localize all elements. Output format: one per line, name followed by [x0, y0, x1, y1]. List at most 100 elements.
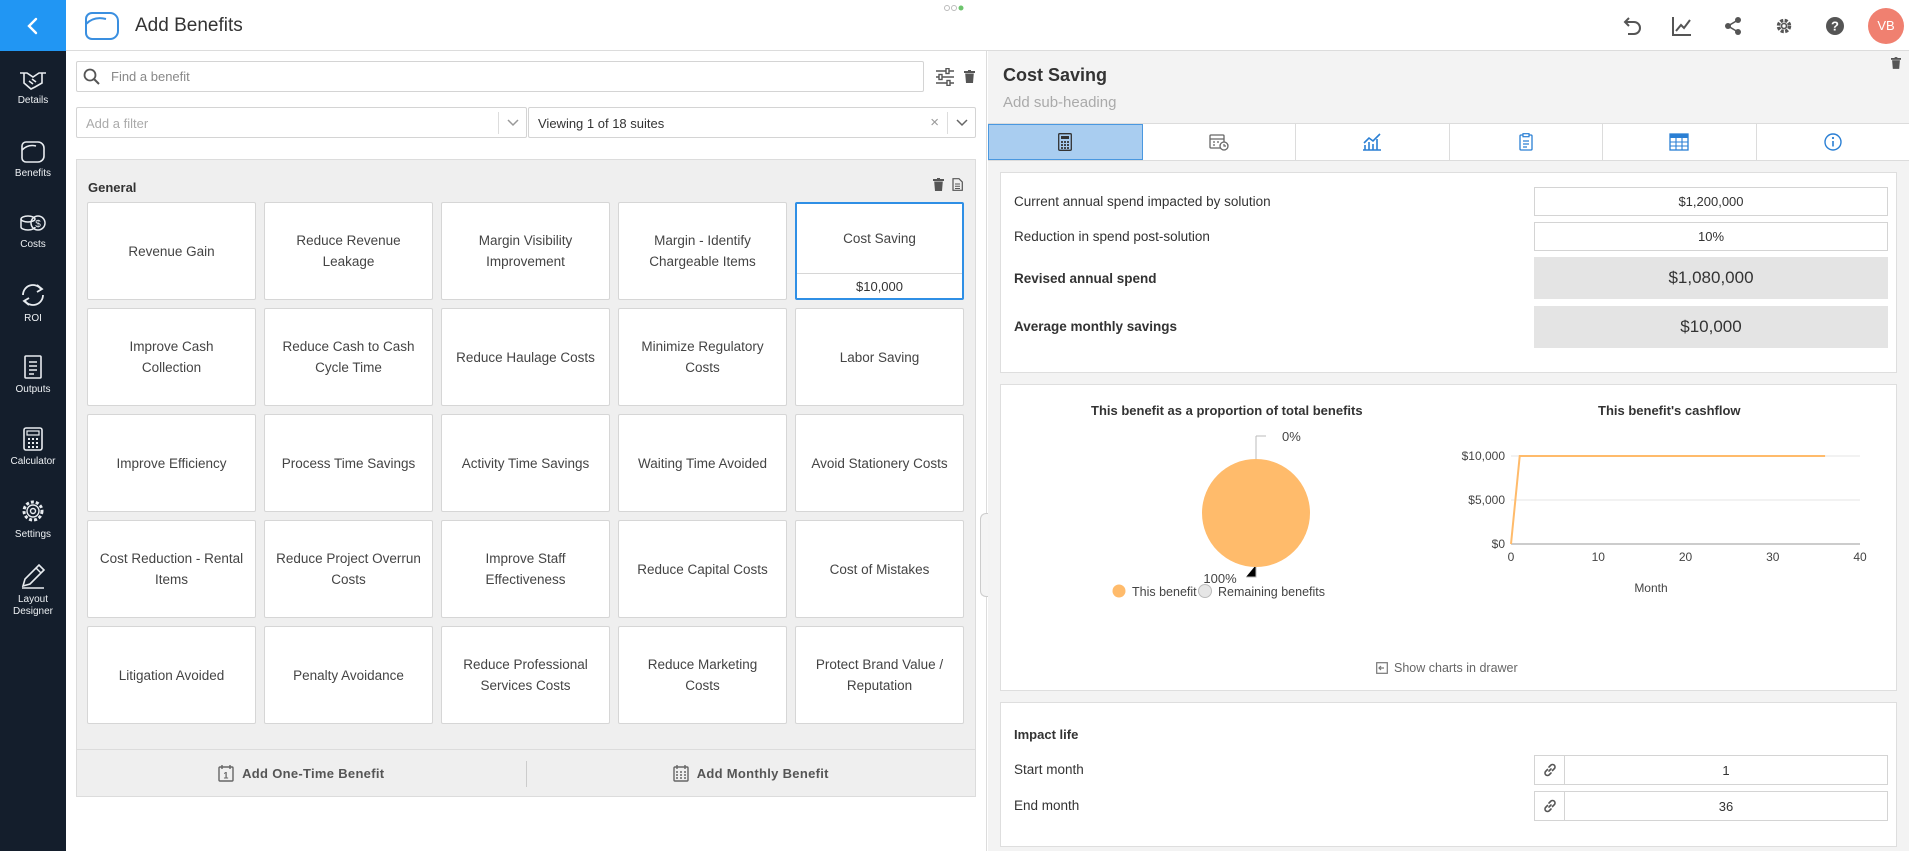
clear-icon[interactable]: ×: [930, 114, 939, 131]
tab-schedule[interactable]: [1143, 124, 1296, 160]
benefit-card[interactable]: Cost Saving $10,000: [795, 202, 964, 300]
benefit-card[interactable]: Process Time Savings: [264, 414, 433, 512]
benefit-card[interactable]: Penalty Avoidance: [264, 626, 433, 724]
impact-life-title: Impact life: [1014, 727, 1079, 742]
tab-chart[interactable]: [1296, 124, 1450, 160]
benefit-card[interactable]: Waiting Time Avoided: [618, 414, 787, 512]
benefit-card[interactable]: Reduce Haulage Costs: [441, 308, 610, 406]
benefit-card[interactable]: Activity Time Savings: [441, 414, 610, 512]
benefit-card[interactable]: Cost Reduction - Rental Items: [87, 520, 256, 618]
sidebar-item-benefits[interactable]: Benefits: [0, 140, 66, 180]
benefit-card[interactable]: Reduce Marketing Costs: [618, 626, 787, 724]
benefit-card[interactable]: Cost of Mistakes: [795, 520, 964, 618]
start-month-link-button[interactable]: [1535, 756, 1565, 784]
legend-swatch-remaining: [1198, 584, 1212, 598]
tab-info[interactable]: [1757, 124, 1909, 160]
benefit-library-panel: Viewing 1 of 18 suites × General Revenue…: [66, 51, 987, 851]
sidebar-item-calculator[interactable]: Calculator: [0, 426, 66, 468]
search-input[interactable]: [111, 64, 911, 89]
benefit-card-name: Cost of Mistakes: [829, 561, 930, 577]
tab-table[interactable]: [1603, 124, 1757, 160]
x-tick-label: 40: [1853, 550, 1867, 564]
benefit-card[interactable]: Protect Brand Value / Reputation: [795, 626, 964, 724]
benefit-card[interactable]: Improve Staff Effectiveness: [441, 520, 610, 618]
sidebar-item-settings[interactable]: Settings: [0, 497, 66, 541]
benefit-card-name: Avoid Stationery Costs: [811, 455, 948, 471]
current-spend-input[interactable]: [1534, 187, 1888, 216]
benefit-card[interactable]: Margin - Identify Chargeable Items: [618, 202, 787, 300]
start-month-input[interactable]: [1566, 758, 1886, 782]
reduction-input[interactable]: [1534, 222, 1888, 251]
benefit-card[interactable]: Labor Saving: [795, 308, 964, 406]
document-icon[interactable]: [952, 178, 963, 191]
back-button[interactable]: [0, 0, 66, 51]
sidebar-item-layout-designer[interactable]: Layout Designer: [0, 562, 66, 618]
help-button[interactable]: ?: [1809, 0, 1860, 51]
x-tick-label: 0: [1508, 550, 1515, 564]
benefit-card[interactable]: Revenue Gain: [87, 202, 256, 300]
roi-cycle-icon: [22, 284, 44, 306]
link-icon: [1543, 763, 1556, 777]
user-avatar[interactable]: VB: [1868, 7, 1904, 44]
benefit-card[interactable]: Improve Cash Collection: [87, 308, 256, 406]
undo-button[interactable]: [1605, 0, 1656, 51]
add-one-time-benefit-label: Add One-Time Benefit: [242, 765, 385, 781]
group-actions: [933, 178, 963, 191]
benefit-card[interactable]: Reduce Cash to Cash Cycle Time: [264, 308, 433, 406]
sidebar-label: Layout Designer: [12, 594, 54, 617]
panel-splitter-handle[interactable]: [980, 513, 988, 597]
gear-icon: [22, 500, 44, 522]
filter-input[interactable]: [86, 111, 486, 135]
suite-dropdown-toggle[interactable]: [947, 112, 975, 134]
benefit-card[interactable]: Reduce Capital Costs: [618, 520, 787, 618]
benefit-detail-panel: Cost Saving Add sub-heading Current annu…: [988, 51, 1909, 851]
benefit-card[interactable]: Reduce Revenue Leakage: [264, 202, 433, 300]
tab-calculator[interactable]: [988, 124, 1143, 160]
sidebar-item-outputs[interactable]: Outputs: [0, 354, 66, 396]
chart-edit-button[interactable]: [1656, 0, 1707, 51]
average-savings-label: Average monthly savings: [1014, 319, 1178, 334]
end-month-link-button[interactable]: [1535, 792, 1565, 820]
benefit-card[interactable]: Minimize Regulatory Costs: [618, 308, 787, 406]
x-tick-label: 10: [1592, 550, 1606, 564]
chart-edit-icon: [1671, 16, 1691, 36]
info-icon: [1824, 133, 1842, 151]
line-chart-title: This benefit's cashflow: [1598, 403, 1741, 418]
sidebar-label: Costs: [20, 239, 46, 250]
share-button[interactable]: [1707, 0, 1758, 51]
trash-icon[interactable]: [964, 70, 975, 83]
benefit-card[interactable]: Avoid Stationery Costs: [795, 414, 964, 512]
filter-dropdown-toggle[interactable]: [498, 112, 526, 134]
show-charts-in-drawer-link[interactable]: Show charts in drawer: [1376, 661, 1518, 675]
benefit-title[interactable]: Cost Saving: [1003, 65, 1107, 86]
benefit-card[interactable]: Reduce Project Overrun Costs: [264, 520, 433, 618]
group-title: General: [88, 180, 137, 195]
calendar-grid-icon: [673, 765, 689, 782]
impact-life-section: Impact life Start month End month: [1000, 702, 1897, 847]
benefit-card-name: Waiting Time Avoided: [637, 455, 768, 471]
benefit-card[interactable]: Litigation Avoided: [87, 626, 256, 724]
settings-button[interactable]: [1758, 0, 1809, 51]
benefit-card-name: Improve Cash Collection: [129, 339, 214, 375]
benefit-card[interactable]: Improve Efficiency: [87, 414, 256, 512]
benefit-card[interactable]: Margin Visibility Improvement: [441, 202, 610, 300]
tab-notes[interactable]: [1450, 124, 1603, 160]
sliders-icon[interactable]: [935, 68, 955, 86]
sidebar-item-details[interactable]: Details: [0, 69, 66, 107]
benefit-card-name: Litigation Avoided: [118, 667, 225, 683]
subheading-placeholder[interactable]: Add sub-heading: [1003, 94, 1116, 111]
end-month-input[interactable]: [1566, 794, 1886, 818]
sidebar-item-roi[interactable]: ROI: [0, 281, 66, 325]
suite-select[interactable]: Viewing 1 of 18 suites ×: [528, 107, 976, 138]
add-one-time-benefit-button[interactable]: 1 Add One-Time Benefit: [77, 750, 526, 796]
trash-icon[interactable]: [1891, 57, 1901, 69]
svg-text:1: 1: [223, 771, 228, 781]
chevron-down-icon: [506, 119, 519, 127]
benefit-card-name: Reduce Project Overrun Costs: [276, 551, 421, 587]
sidebar-item-costs[interactable]: $ Costs: [0, 211, 66, 251]
benefit-card[interactable]: Reduce Professional Services Costs: [441, 626, 610, 724]
line-chart-icon: [1363, 133, 1382, 151]
sidebar-label: Details: [17, 95, 49, 106]
trash-icon[interactable]: [933, 178, 944, 191]
add-monthly-benefit-button[interactable]: Add Monthly Benefit: [527, 750, 976, 796]
